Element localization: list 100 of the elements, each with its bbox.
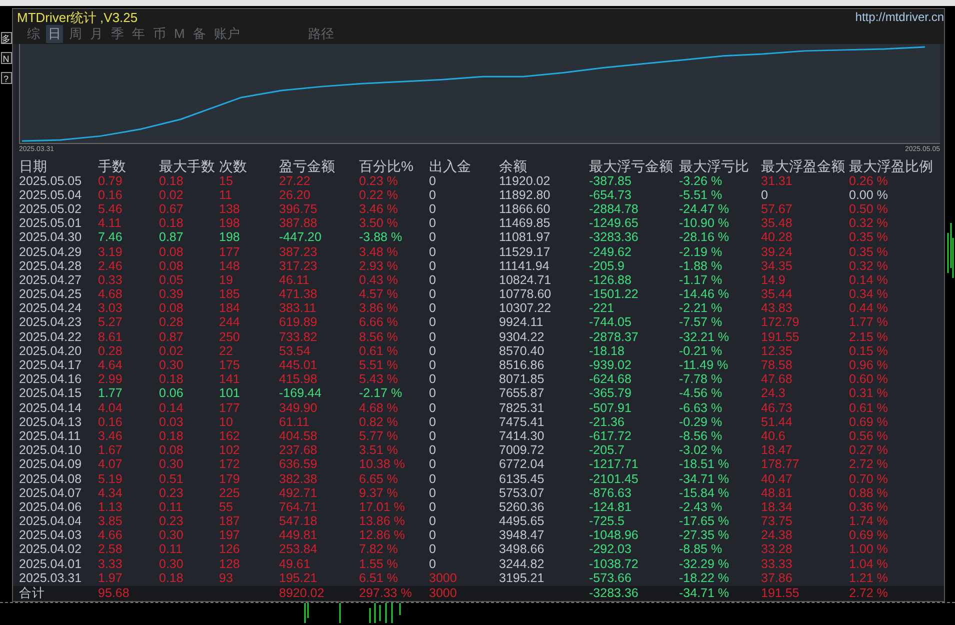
table-cell-text: 35.48	[761, 216, 794, 230]
table-cell-text: 3.86 %	[359, 301, 399, 316]
table-cell-text: 0	[429, 301, 437, 316]
table-cell-text: 0.39	[159, 287, 184, 302]
table-cell-text: 0	[429, 174, 437, 188]
table-cell-text: 5753.07	[499, 486, 546, 500]
table-cell-text: 0.88 %	[849, 486, 889, 500]
tab[interactable]: 账户	[212, 25, 242, 44]
table-cell-text: 4.68 %	[359, 400, 399, 415]
table-cell-text: 0	[761, 188, 769, 202]
table-cell-text: 3000	[429, 586, 458, 601]
table-cell-text: 101	[219, 386, 241, 401]
side-button[interactable]: N	[0, 52, 12, 64]
table-cell-text: 0	[429, 556, 437, 571]
website-link[interactable]: http://mtdriver.cn	[855, 11, 944, 24]
table-cell-text: 178.77	[761, 457, 800, 472]
table-cell-text: 2025.04.06	[19, 500, 83, 514]
table-cell-text: 162	[219, 428, 241, 444]
table-cell-text: 8570.40	[499, 344, 546, 358]
table-cell-text: 0.23 %	[359, 174, 399, 188]
table-cell-text: 0	[429, 386, 437, 401]
table-cell-text: 4.66	[98, 528, 124, 542]
tab[interactable]: 综	[25, 25, 42, 44]
table-cell-text: -27.35 %	[679, 528, 730, 542]
table-cell-text: 9304.22	[499, 330, 546, 344]
table-cell-text: 492.71	[279, 486, 318, 500]
table-cell-text: 2.58	[98, 542, 124, 557]
window-title: MTDriver统计 ,V3.25	[17, 10, 138, 24]
table-cell-text: -0.21 %	[679, 344, 724, 358]
table-cell-text: 0.43 %	[359, 272, 399, 288]
table-cell-text: -24.47 %	[679, 202, 730, 216]
table-cell-text: -1038.72	[589, 556, 640, 571]
table-cell-text: 12.86 %	[359, 528, 406, 542]
column-header: 日期	[19, 158, 48, 174]
table-cell-text: 2025.04.07	[19, 486, 83, 500]
table-cell-text: 0.11	[159, 500, 184, 514]
column-header: 最大浮亏比	[679, 158, 750, 174]
table-cell-text: 0.23	[159, 486, 184, 500]
table-cell-text: 61.11	[279, 414, 310, 429]
tab[interactable]: 周	[67, 25, 84, 44]
tab[interactable]: 季	[109, 25, 126, 44]
tab[interactable]: 月	[88, 25, 105, 44]
table-cell-text: 9924.11	[499, 315, 544, 330]
table-cell-text: 48.81	[761, 486, 794, 500]
table-cell-text: 22	[219, 344, 234, 358]
table-cell-text: -18.51 %	[679, 457, 730, 472]
table-cell-text: 0	[429, 188, 437, 202]
table-cell-text: 31.31	[761, 174, 794, 188]
table-cell-text: -205.7	[589, 443, 626, 458]
table-cell-text: 10824.71	[499, 272, 552, 288]
table-cell-text: 175	[219, 358, 241, 372]
table-cell-text: -3.26 %	[679, 174, 724, 188]
table-cell-text: 0.32 %	[849, 216, 889, 230]
table-cell-text: 18.34	[761, 500, 794, 514]
table-cell-text: 11920.02	[499, 174, 552, 188]
table-cell-text: -939.02	[589, 358, 632, 372]
table-cell-text: 2025.04.08	[19, 472, 83, 486]
table-cell-text: 11081.97	[499, 230, 552, 244]
table-cell-text: -14.46 %	[679, 287, 730, 302]
table-cell-text: -17.65 %	[679, 514, 730, 528]
table-cell-text: 0.18	[159, 372, 184, 386]
table-cell-text: 3.48 %	[359, 244, 399, 259]
table-cell-text: 2025.04.14	[19, 400, 83, 415]
table-cell-text: -1217.71	[589, 457, 640, 472]
tab[interactable]: 日	[46, 25, 63, 44]
side-button[interactable]: 多	[0, 32, 12, 44]
table-cell-text: -447.20	[279, 230, 322, 244]
table-cell-text: 2025.04.28	[19, 258, 83, 273]
tab[interactable]: 年	[130, 25, 147, 44]
table-cell-text: 2.72 %	[849, 457, 889, 472]
table-cell-text: 0.36 %	[849, 500, 889, 514]
tab[interactable]: 路径	[306, 25, 336, 44]
table-cell-text: 2025.04.22	[19, 330, 83, 344]
table-cell-text: 7655.87	[499, 386, 546, 401]
table-cell-text: 46.73	[761, 400, 794, 415]
table-cell-text: 2025.04.30	[19, 230, 83, 244]
column-header: 最大浮盈比例	[849, 158, 933, 174]
table-cell-text: 0.06	[159, 386, 184, 401]
tab[interactable]: 币	[151, 25, 168, 44]
table-cell-text: 2025.05.02	[19, 202, 83, 216]
table-cell-text: 95.68	[98, 586, 130, 601]
side-button[interactable]: ?	[0, 72, 12, 84]
table-cell-text: -3.88 %	[359, 230, 404, 244]
table-cell-text: -1501.22	[589, 287, 640, 302]
table-cell-text: 0.16	[98, 414, 124, 429]
table-cell-text: 198	[219, 216, 241, 230]
table-cell-text: 4.04	[98, 400, 124, 415]
table-cell-text: 1.97	[98, 570, 124, 585]
tab[interactable]: 备	[190, 25, 208, 44]
table-cell-text: -18.18	[589, 344, 626, 358]
table-cell-text: 225	[219, 486, 241, 500]
tab[interactable]: M	[172, 25, 187, 44]
table-cell-text: 0.50 %	[849, 202, 889, 216]
table-cell-text: -18.22 %	[679, 570, 730, 585]
table-cell-text: 0.35 %	[849, 244, 889, 259]
table-cell-text: 0.87	[159, 330, 184, 344]
table-cell-text: 1.67	[98, 443, 124, 458]
table-cell-text: 49.61	[279, 556, 312, 571]
table-cell-text: 0	[429, 514, 437, 528]
table-cell-text: 198	[219, 230, 241, 244]
